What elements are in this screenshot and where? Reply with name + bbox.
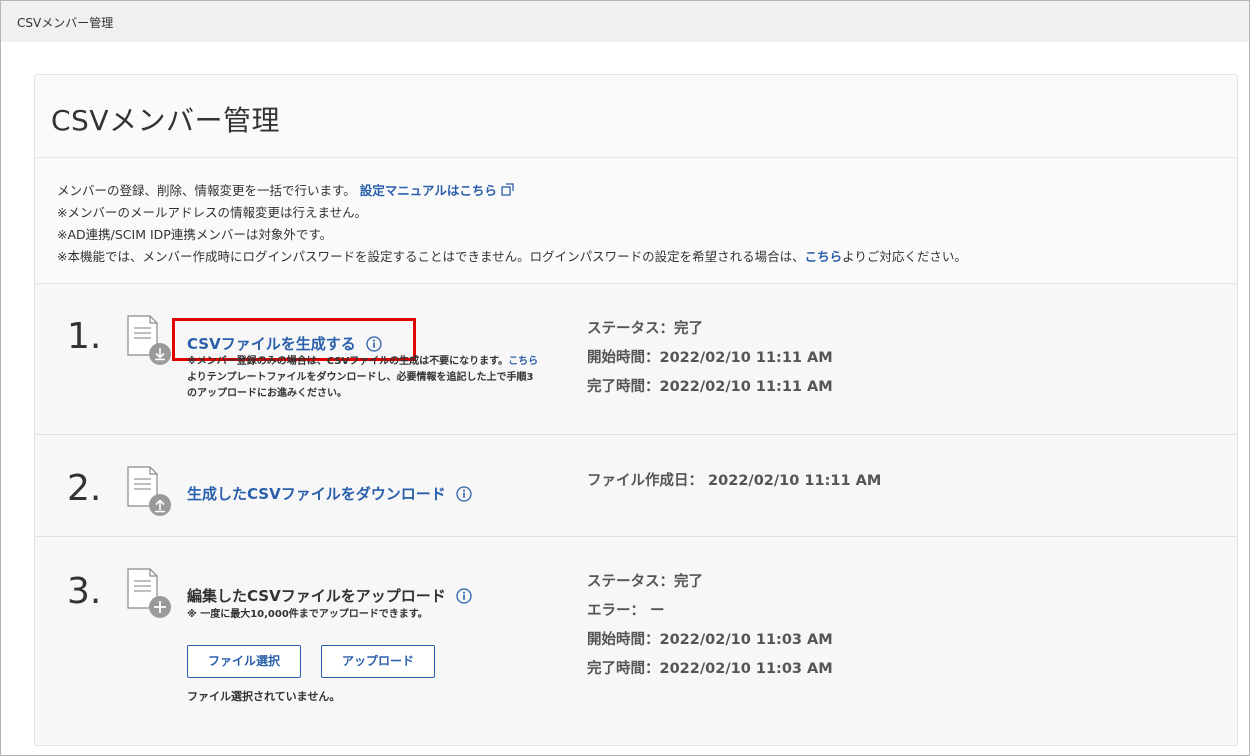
password-help-link[interactable]: こちら: [805, 249, 843, 264]
file-select-status: ファイル選択されていません。: [187, 690, 341, 703]
steps-section: 1. CSVファイルを生成する ※メンバー登録のみの場合は、CSVファイルの生成…: [35, 283, 1237, 743]
generate-csv-link[interactable]: CSVファイルを生成する: [187, 333, 382, 354]
start-time: 開始時間：2022/02/10 11:11 AM: [587, 350, 833, 366]
manual-link[interactable]: 設定マニュアルはこちら: [360, 183, 514, 198]
intro-line-4: ※本機能では、メンバー作成時にログインパスワードを設定することはできません。ログ…: [57, 249, 805, 264]
upload-button[interactable]: アップロード: [321, 645, 435, 678]
end-time: 完了時間：2022/02/10 11:11 AM: [587, 379, 833, 395]
file-add-icon: [127, 568, 171, 618]
template-link[interactable]: こちら: [508, 356, 538, 367]
file-created-date: ファイル作成日： 2022/02/10 11:11 AM: [587, 473, 882, 489]
intro-line-1: メンバーの登録、削除、情報変更を一括で行います。: [57, 183, 356, 198]
step-2: 2. 生成したCSVファイルをダウンロード ファイル作成日： 2022/02/1…: [35, 435, 1237, 537]
step-1-status: ステータス：完了 開始時間：2022/02/10 11:11 AM 完了時間：2…: [587, 315, 833, 402]
error-text: エラー： ー: [587, 603, 665, 619]
intro-line-2: ※メンバーのメールアドレスの情報変更は行えません。: [57, 205, 368, 220]
start-time: 開始時間：2022/02/10 11:03 AM: [587, 632, 833, 648]
page-title: CSVメンバー管理: [35, 75, 1237, 158]
upload-csv-title: 編集したCSVファイルをアップロード: [187, 585, 472, 606]
file-select-button[interactable]: ファイル選択: [187, 645, 301, 678]
step-2-status: ファイル作成日： 2022/02/10 11:11 AM: [587, 467, 881, 496]
status-text: ステータス：完了: [587, 574, 703, 590]
info-icon[interactable]: [366, 336, 382, 352]
step-number: 2.: [67, 468, 102, 509]
external-link-icon: [501, 183, 514, 196]
step-number: 1.: [67, 316, 102, 357]
end-time: 完了時間：2022/02/10 11:03 AM: [587, 661, 833, 677]
info-icon[interactable]: [456, 588, 472, 604]
step-1: 1. CSVファイルを生成する ※メンバー登録のみの場合は、CSVファイルの生成…: [35, 284, 1237, 435]
main-panel: CSVメンバー管理 メンバーの登録、削除、情報変更を一括で行います。 設定マニュ…: [34, 74, 1238, 746]
step-number: 3.: [67, 571, 102, 612]
upload-limit-note: ※ 一度に最大10,000件までアップロードできます。: [187, 609, 428, 620]
step-3: 3. 編集したCSVファイルをアップロード ※ 一度に最大10,000件までアッ…: [35, 537, 1237, 744]
info-icon[interactable]: [456, 486, 472, 502]
intro-line-4-end: よりご対応ください。: [842, 249, 967, 264]
status-text: ステータス：完了: [587, 321, 703, 337]
file-upload-icon: [127, 466, 171, 516]
intro-text: メンバーの登録、削除、情報変更を一括で行います。 設定マニュアルはこちら ※メン…: [35, 158, 1237, 268]
intro-line-3: ※AD連携/SCIM IDP連携メンバーは対象外です。: [57, 227, 333, 242]
window-title: CSVメンバー管理: [1, 1, 1249, 42]
step-1-note: ※メンバー登録のみの場合は、CSVファイルの生成は不要になります。こちら よりテ…: [187, 356, 539, 399]
step-3-status: ステータス：完了 エラー： ー 開始時間：2022/02/10 11:03 AM…: [587, 568, 833, 684]
download-csv-link[interactable]: 生成したCSVファイルをダウンロード: [187, 483, 472, 504]
file-download-icon: [127, 315, 171, 365]
